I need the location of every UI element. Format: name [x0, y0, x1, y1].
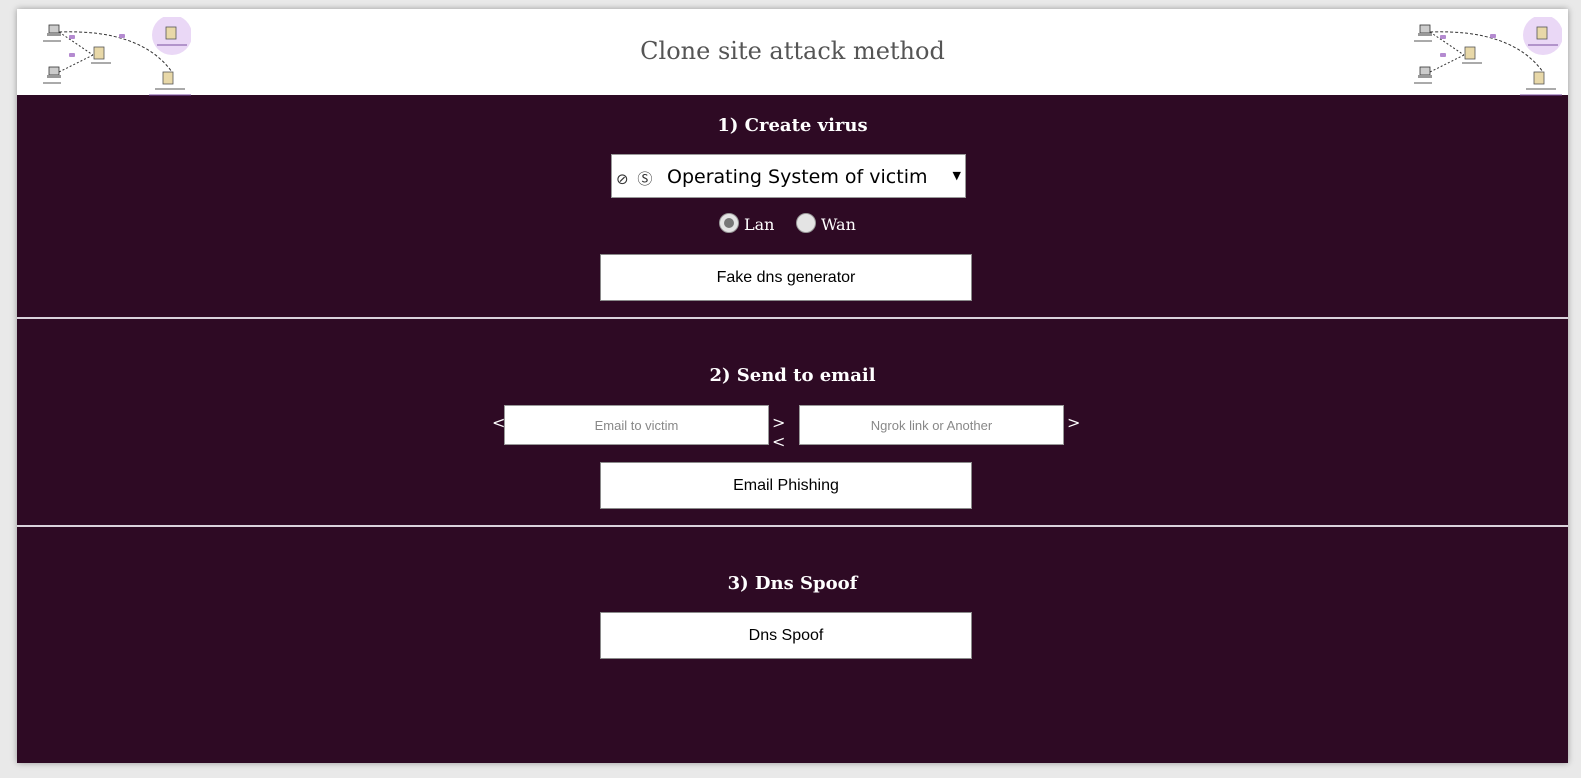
page-title: Clone site attack method	[640, 37, 945, 65]
header: Clone site attack method	[17, 9, 1568, 96]
dns-spoof-button[interactable]: Dns Spoof	[600, 612, 972, 659]
bracket-middle: ><	[772, 413, 786, 451]
section-title-dns-spoof: 3) Dns Spoof	[727, 573, 858, 594]
os-select[interactable]: ⊘ Ⓢ Operating System of victim ▼	[611, 154, 966, 198]
divider	[17, 525, 1568, 527]
network-diagram-image	[1414, 17, 1562, 96]
os-select-value: Operating System of victim	[667, 166, 928, 188]
section-title-send-email: 2) Send to email	[709, 365, 876, 386]
page-frame: Clone site attack method 1) Create virus	[17, 9, 1568, 763]
divider	[17, 317, 1568, 319]
email-to-victim-input[interactable]	[504, 405, 769, 445]
section-title-create-virus: 1) Create virus	[717, 115, 868, 136]
radio-wan-label: Wan	[821, 215, 856, 234]
email-phishing-button[interactable]: Email Phishing	[600, 462, 972, 509]
radio-wan[interactable]	[796, 213, 816, 233]
radio-lan-label: Lan	[744, 215, 775, 234]
fake-dns-generator-button[interactable]: Fake dns generator	[600, 254, 972, 301]
radio-lan[interactable]	[719, 213, 739, 233]
bracket-close: >	[1067, 413, 1081, 432]
chevron-down-icon: ▼	[952, 169, 961, 182]
os-icons: ⊘ Ⓢ	[616, 170, 655, 188]
ngrok-link-input[interactable]	[799, 405, 1064, 445]
